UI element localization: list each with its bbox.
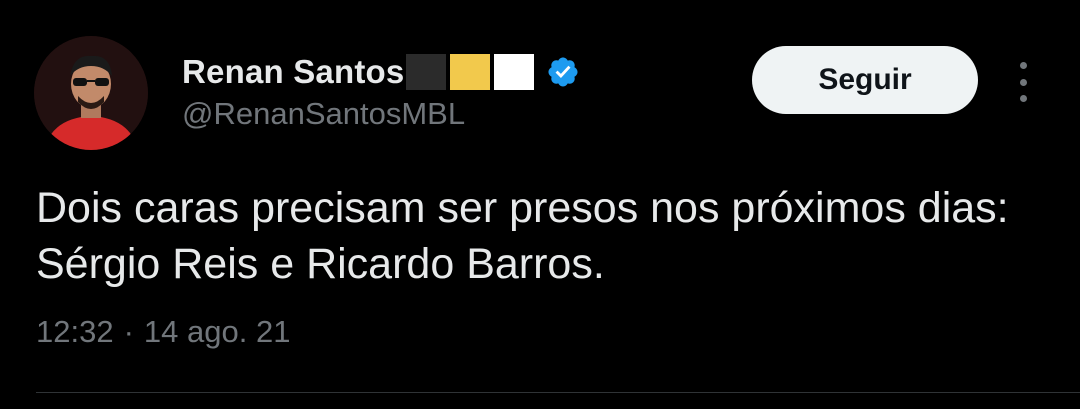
author-name-row: Renan Santos <box>182 50 580 94</box>
flag-emoji-icon <box>406 54 538 90</box>
tweet-card: Renan Santos @RenanSantosMBL Seguir Dois… <box>0 0 1080 409</box>
avatar[interactable] <box>34 36 148 150</box>
tweet-time[interactable]: 12:32 <box>36 314 114 350</box>
tweet-text: Dois caras precisam ser presos nos próxi… <box>36 184 1009 288</box>
more-dot <box>1019 62 1027 69</box>
avatar-image <box>34 36 148 150</box>
tweet-date[interactable]: 14 ago. 21 <box>144 314 291 350</box>
verified-badge-icon[interactable] <box>546 55 580 89</box>
divider <box>36 392 1080 393</box>
more-dot <box>1019 78 1027 86</box>
more-dot <box>1019 95 1027 102</box>
follow-button[interactable]: Seguir <box>752 46 978 114</box>
more-vertical-icon[interactable] <box>1008 62 1038 102</box>
tweet-meta: 12:32 · 14 ago. 21 <box>36 314 290 350</box>
author-handle[interactable]: @RenanSantosMBL <box>182 96 465 132</box>
meta-separator: · <box>123 314 134 349</box>
author-display-name[interactable]: Renan Santos <box>182 53 404 91</box>
